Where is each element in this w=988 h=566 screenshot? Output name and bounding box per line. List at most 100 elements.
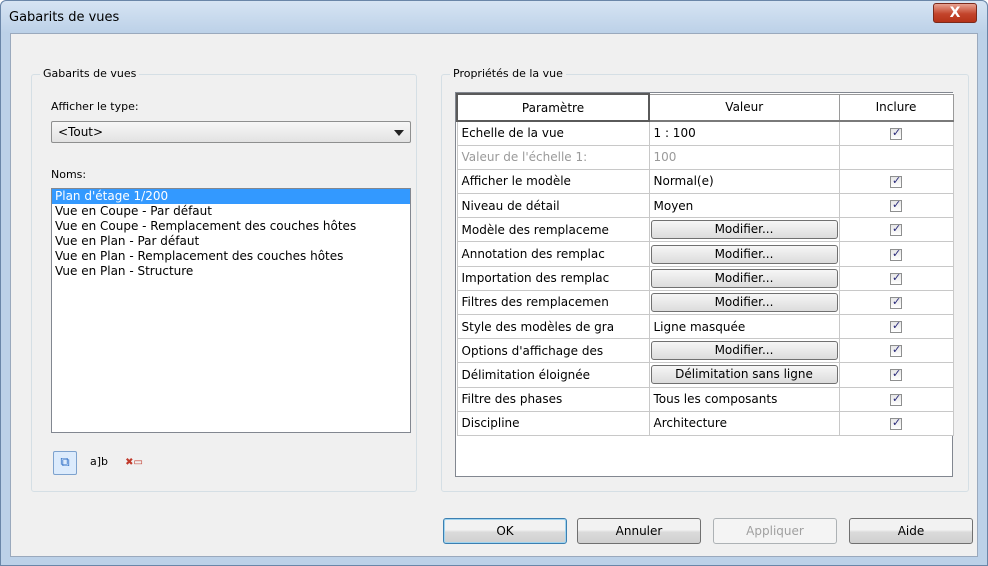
include-checkbox[interactable] xyxy=(890,198,902,213)
names-list[interactable]: Plan d'étage 1/200 Vue en Coupe - Par déf… xyxy=(51,188,411,433)
dialog-client-area: Gabarits de vues Afficher le type: <Tout… xyxy=(10,33,978,557)
table-row: Filtre des phases Tous les composants xyxy=(456,386,954,412)
close-icon: X xyxy=(949,5,961,21)
chevron-down-icon xyxy=(394,130,404,136)
rename-button[interactable]: a]b xyxy=(84,451,114,475)
modify-button[interactable]: Modifier... xyxy=(650,341,838,361)
list-item[interactable]: Vue en Coupe - Remplacement des couches … xyxy=(52,219,410,234)
value-cell[interactable]: 1 : 100 xyxy=(648,120,840,146)
include-cell xyxy=(838,386,954,412)
value-cell: Modifier... xyxy=(648,241,840,267)
value-cell[interactable]: Normal(e) xyxy=(648,168,840,195)
parameter-cell: Style des modèles de gra xyxy=(456,313,650,340)
delete-button[interactable]: ✖▭ xyxy=(119,451,149,475)
include-cell xyxy=(838,144,954,170)
parameter-cell: Echelle de la vue xyxy=(456,120,650,146)
table-row: Options d'affichage des Modifier... xyxy=(456,338,954,364)
table-row: Style des modèles de gra Ligne masquée xyxy=(456,313,954,340)
table-row: Afficher le modèle Normal(e) xyxy=(456,168,954,195)
include-checkbox[interactable] xyxy=(890,126,902,140)
view-type-value: <Tout> xyxy=(58,125,104,139)
parameter-cell: Annotation des remplac xyxy=(456,241,650,267)
modify-button[interactable]: Modifier... xyxy=(650,292,838,312)
value-cell[interactable]: 100 xyxy=(648,144,840,170)
value-cell[interactable]: Tous les composants xyxy=(648,386,840,412)
list-item[interactable]: Vue en Coupe - Par défaut xyxy=(52,204,410,219)
table-row: Discipline Architecture xyxy=(456,410,954,436)
include-cell xyxy=(838,265,954,291)
include-cell xyxy=(838,410,954,436)
include-checkbox[interactable] xyxy=(890,271,902,285)
list-item[interactable]: Vue en Plan - Remplacement des couches h… xyxy=(52,249,410,264)
include-cell xyxy=(838,241,954,267)
list-item[interactable]: Plan d'étage 1/200 xyxy=(52,189,410,204)
value-cell: Modifier... xyxy=(648,217,840,243)
modify-button[interactable]: Délimitation sans ligne xyxy=(650,365,838,385)
table-row: Echelle de la vue 1 : 100 xyxy=(456,120,954,146)
modify-button[interactable]: Modifier... xyxy=(650,220,838,240)
include-cell xyxy=(838,289,954,316)
include-cell xyxy=(838,120,954,146)
help-button[interactable]: Aide xyxy=(849,518,973,544)
close-button[interactable]: X xyxy=(933,3,977,23)
modify-button[interactable]: Modifier... xyxy=(650,268,838,288)
table-row: Annotation des remplac Modifier... xyxy=(456,241,954,267)
parameter-cell: Discipline xyxy=(456,410,650,436)
parameter-cell: Filtres des remplacemen xyxy=(456,289,650,316)
include-checkbox[interactable] xyxy=(890,319,902,334)
parameter-cell: Filtre des phases xyxy=(456,386,650,412)
value-cell[interactable]: Architecture xyxy=(648,410,840,436)
include-checkbox[interactable] xyxy=(890,222,902,237)
include-cell xyxy=(838,338,954,364)
table-row: Filtres des remplacemen Modifier... xyxy=(456,289,954,316)
include-cell xyxy=(838,168,954,195)
ok-button[interactable]: OK xyxy=(443,518,567,544)
duplicate-icon: ⧉ xyxy=(60,455,70,470)
title-bar[interactable]: Gabarits de vues X xyxy=(1,1,987,33)
table-row: Délimitation éloignée Délimitation sans l… xyxy=(456,362,954,388)
include-checkbox[interactable] xyxy=(890,367,902,382)
parameter-cell: Afficher le modèle xyxy=(456,168,650,195)
column-header-parameter[interactable]: Paramètre xyxy=(456,93,650,122)
column-header-include[interactable]: Inclure xyxy=(838,93,954,122)
include-checkbox[interactable] xyxy=(890,295,902,309)
table-row: Niveau de détail Moyen xyxy=(456,193,954,219)
view-properties-group-label: Propriétés de la vue xyxy=(450,67,566,80)
include-checkbox[interactable] xyxy=(890,247,902,261)
dialog-window: Gabarits de vues X Gabarits de vues Affi… xyxy=(0,0,988,566)
names-label: Noms: xyxy=(51,168,87,181)
rename-icon: a]b xyxy=(89,455,108,468)
include-cell xyxy=(838,313,954,340)
parameter-cell: Importation des remplac xyxy=(456,265,650,291)
parameter-cell: Modèle des remplaceme xyxy=(456,217,650,243)
view-type-select[interactable]: <Tout> xyxy=(51,121,411,143)
list-item[interactable]: Vue en Plan - Par défaut xyxy=(52,234,410,249)
value-cell: Modifier... xyxy=(648,265,840,291)
apply-button[interactable]: Appliquer xyxy=(713,518,837,544)
parameter-cell: Niveau de détail xyxy=(456,193,650,219)
duplicate-button[interactable]: ⧉ xyxy=(53,451,77,475)
value-cell: Modifier... xyxy=(648,338,840,364)
table-row: Modèle des remplaceme Modifier... xyxy=(456,217,954,243)
include-checkbox[interactable] xyxy=(890,416,902,430)
include-checkbox[interactable] xyxy=(890,343,902,358)
header-row: Paramètre Valeur Inclure xyxy=(456,93,954,122)
modify-button[interactable]: Modifier... xyxy=(650,244,838,264)
properties-table: Paramètre Valeur Inclure Echelle de la v… xyxy=(456,93,954,436)
include-checkbox[interactable] xyxy=(890,392,902,406)
list-item[interactable]: Vue en Plan - Structure xyxy=(52,264,410,279)
cancel-button[interactable]: Annuler xyxy=(577,518,701,544)
value-cell[interactable]: Moyen xyxy=(648,193,840,219)
table-row: Valeur de l'échelle 1: 100 xyxy=(456,144,954,170)
value-cell[interactable]: Ligne masquée xyxy=(648,313,840,340)
include-checkbox[interactable] xyxy=(890,174,902,188)
delete-icon: ✖▭ xyxy=(125,457,143,468)
include-cell xyxy=(838,362,954,388)
column-header-value[interactable]: Valeur xyxy=(648,93,840,122)
table-row: Importation des remplac Modifier... xyxy=(456,265,954,291)
parameter-cell: Délimitation éloignée xyxy=(456,362,650,388)
view-type-label: Afficher le type: xyxy=(51,100,139,113)
value-cell: Modifier... xyxy=(648,289,840,316)
templates-group-label: Gabarits de vues xyxy=(40,67,140,80)
properties-grid: Paramètre Valeur Inclure Echelle de la v… xyxy=(455,92,954,477)
